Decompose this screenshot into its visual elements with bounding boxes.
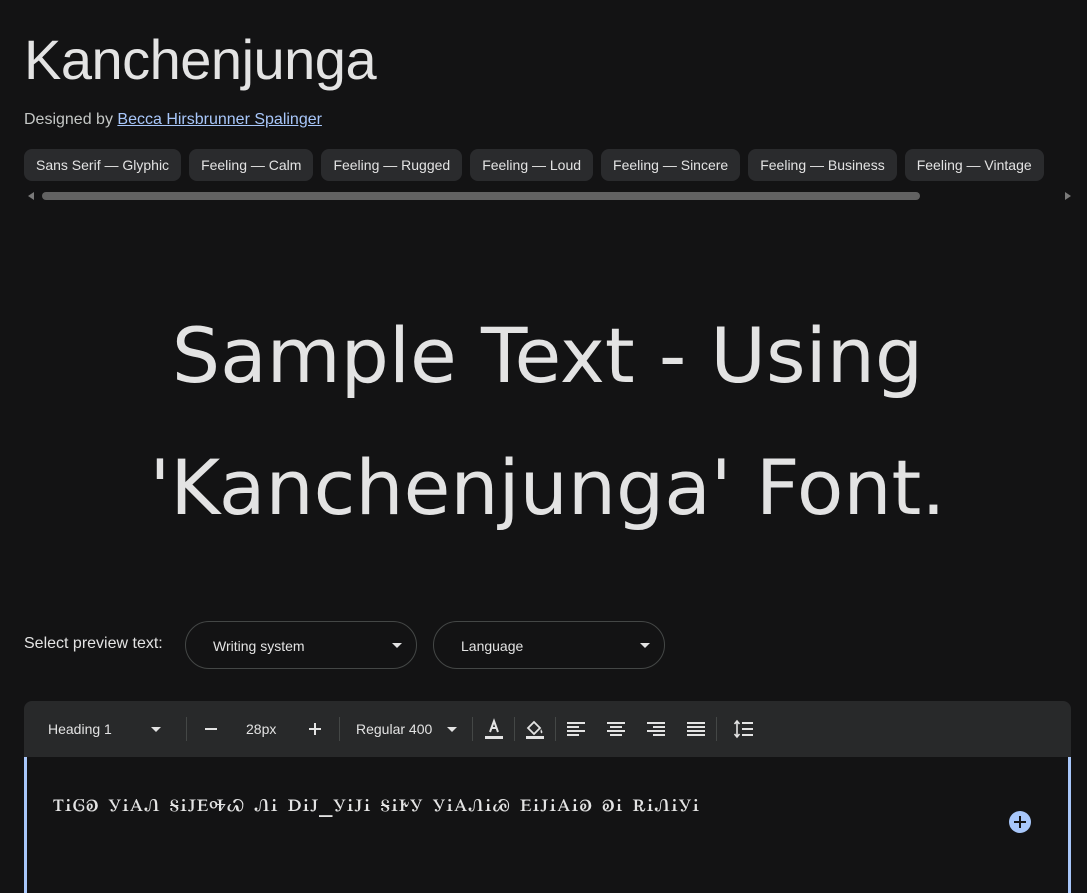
preview-editor[interactable]: ꭲꭵꮆꭷ ꭹꭵꭺꮑ ꭶꭵꭻꭼꭽꮗ ꮑꭵ ꭰꭵꭻ_ꭹꭵꭻꭵ ꭶꭵꭸꭹ ꭹꭵꭺꮑꭵꮚ… <box>24 757 1071 893</box>
text-style-select[interactable]: Heading 1 <box>48 701 112 757</box>
chevron-down-icon <box>392 643 402 648</box>
font-specimen-page: Kanchenjunga Designed by Becca Hirsbrunn… <box>0 0 1087 893</box>
font-size-value[interactable]: 28px <box>246 701 276 757</box>
designer-line: Designed by Becca Hirsbrunner Spalinger <box>24 110 322 130</box>
chevron-down-icon[interactable] <box>447 727 457 732</box>
align-left-icon[interactable] <box>564 717 588 741</box>
highlight-color-icon[interactable] <box>523 717 547 741</box>
toolbar-divider <box>339 717 340 741</box>
text-color-icon[interactable] <box>482 717 506 741</box>
tag-chip[interactable]: Sans Serif — Glyphic <box>24 149 182 181</box>
tag-chip-list: Sans Serif — Glyphic Feeling — Calm Feelin… <box>24 149 1087 181</box>
tag-chip[interactable]: Feeling — Rugged <box>321 149 463 181</box>
sample-line-1: Sample Text - Using <box>171 311 924 400</box>
language-dropdown[interactable]: Language <box>433 621 665 669</box>
decrease-size-icon[interactable] <box>199 717 223 741</box>
chip-scrollbar[interactable] <box>24 190 1071 202</box>
editor-text[interactable]: ꭲꭵꮆꭷ ꭹꭵꭺꮑ ꭶꭵꭻꭼꭽꮗ ꮑꭵ ꭰꭵꭻ_ꭹꭵꭻꭵ ꭶꭵꭸꭹ ꭹꭵꭺꮑꭵꮚ… <box>53 781 973 826</box>
language-label: Language <box>461 638 524 654</box>
increase-size-icon[interactable] <box>303 717 327 741</box>
toolbar-divider <box>472 717 473 741</box>
tag-chip[interactable]: Feeling — Sincere <box>601 149 741 181</box>
add-circle-icon[interactable] <box>1009 811 1031 833</box>
toolbar-divider <box>514 717 515 741</box>
scroll-left-icon[interactable] <box>28 192 34 200</box>
align-right-icon[interactable] <box>644 717 668 741</box>
sample-line-2: 'Kanchenjunga' Font. <box>149 443 946 532</box>
tag-chip[interactable]: Feeling — Loud <box>470 149 594 181</box>
editor-toolbar: Heading 1 28px Regular 400 <box>24 701 1071 757</box>
toolbar-divider <box>186 717 187 741</box>
scrollbar-thumb[interactable] <box>42 192 920 200</box>
chevron-down-icon[interactable] <box>151 727 161 732</box>
designer-link[interactable]: Becca Hirsbrunner Spalinger <box>117 111 322 128</box>
chevron-down-icon <box>640 643 650 648</box>
tag-chip[interactable]: Feeling — Business <box>748 149 897 181</box>
line-height-icon[interactable] <box>732 717 756 741</box>
font-weight-select[interactable]: Regular 400 <box>356 701 432 757</box>
scroll-right-icon[interactable] <box>1065 192 1071 200</box>
font-title: Kanchenjunga <box>24 28 377 91</box>
designed-by-label: Designed by <box>24 111 113 128</box>
writing-system-dropdown[interactable]: Writing system <box>185 621 417 669</box>
preview-text-label: Select preview text: <box>24 635 163 652</box>
toolbar-divider <box>716 717 717 741</box>
writing-system-label: Writing system <box>213 638 305 654</box>
align-center-icon[interactable] <box>604 717 628 741</box>
toolbar-divider <box>555 717 556 741</box>
align-justify-icon[interactable] <box>684 717 708 741</box>
tag-chip[interactable]: Feeling — Calm <box>189 149 314 181</box>
sample-text-preview: Sample Text - Using 'Kanchenjunga' Font. <box>24 290 1071 554</box>
tag-chip[interactable]: Feeling — Vintage <box>904 149 1044 181</box>
